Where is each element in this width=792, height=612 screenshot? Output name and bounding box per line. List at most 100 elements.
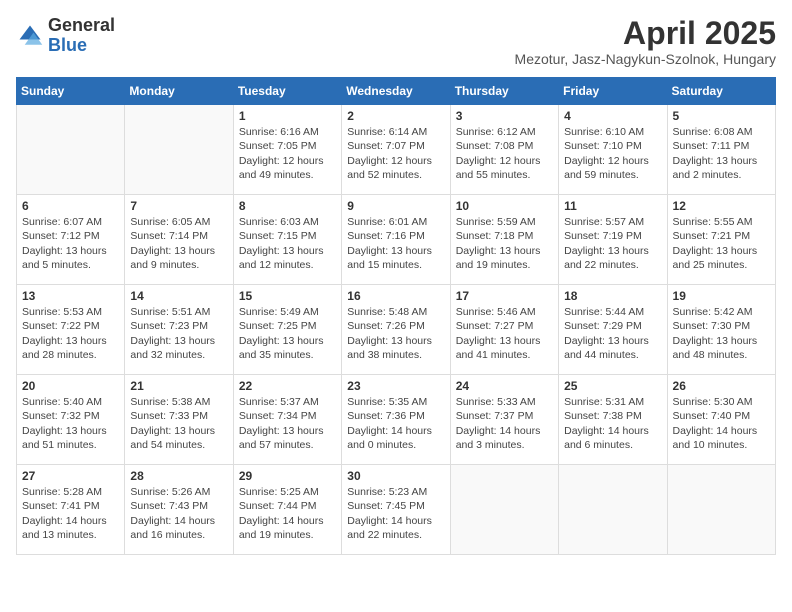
- day-detail: Sunrise: 5:46 AMSunset: 7:27 PMDaylight:…: [456, 305, 553, 362]
- day-number: 26: [673, 379, 770, 393]
- calendar-title: April 2025: [515, 16, 776, 51]
- day-detail: Sunrise: 5:59 AMSunset: 7:18 PMDaylight:…: [456, 215, 553, 272]
- day-number: 21: [130, 379, 227, 393]
- calendar-day-cell: 23Sunrise: 5:35 AMSunset: 7:36 PMDayligh…: [342, 375, 450, 465]
- day-detail: Sunrise: 5:57 AMSunset: 7:19 PMDaylight:…: [564, 215, 661, 272]
- calendar-day-cell: 18 Sunrise: 5:44 AMSunset: 7:29 PMDayligh…: [559, 285, 667, 375]
- day-detail: Sunrise: 6:05 AMSunset: 7:14 PMDaylight:…: [130, 215, 227, 272]
- logo: General Blue: [16, 16, 115, 56]
- calendar-day-cell: 5Sunrise: 6:08 AMSunset: 7:11 PMDaylight…: [667, 105, 775, 195]
- calendar-day-cell: 20 Sunrise: 5:40 AMSunset: 7:32 PMDayligh…: [17, 375, 125, 465]
- calendar-day-cell: 4Sunrise: 6:10 AMSunset: 7:10 PMDaylight…: [559, 105, 667, 195]
- calendar-day-cell: 7Sunrise: 6:05 AMSunset: 7:14 PMDaylight…: [125, 195, 233, 285]
- calendar-day-cell: 21Sunrise: 5:38 AMSunset: 7:33 PMDayligh…: [125, 375, 233, 465]
- header-row: SundayMondayTuesdayWednesdayThursdayFrid…: [17, 78, 776, 105]
- day-detail: Sunrise: 5:40 AMSunset: 7:32 PMDaylight:…: [22, 395, 119, 452]
- calendar-day-cell: 9Sunrise: 6:01 AMSunset: 7:16 PMDaylight…: [342, 195, 450, 285]
- day-of-week-header: Friday: [559, 78, 667, 105]
- day-detail: Sunrise: 5:55 AMSunset: 7:21 PMDaylight:…: [673, 215, 770, 272]
- day-number: 19: [673, 289, 770, 303]
- day-number: 1: [239, 109, 336, 123]
- day-number: 8: [239, 199, 336, 213]
- day-detail: Sunrise: 5:33 AMSunset: 7:37 PMDaylight:…: [456, 395, 553, 452]
- calendar-day-cell: 27 Sunrise: 5:28 AMSunset: 7:41 PMDayligh…: [17, 465, 125, 555]
- day-detail: Sunrise: 5:31 AMSunset: 7:38 PMDaylight:…: [564, 395, 661, 452]
- day-detail: Sunrise: 6:07 AMSunset: 7:12 PMDaylight:…: [22, 215, 119, 272]
- day-detail: Sunrise: 5:35 AMSunset: 7:36 PMDaylight:…: [347, 395, 444, 452]
- logo-blue: Blue: [48, 36, 115, 56]
- day-detail: Sunrise: 6:03 AMSunset: 7:15 PMDaylight:…: [239, 215, 336, 272]
- day-of-week-header: Thursday: [450, 78, 558, 105]
- day-number: 10: [456, 199, 553, 213]
- calendar-table: SundayMondayTuesdayWednesdayThursdayFrid…: [16, 77, 776, 555]
- day-detail: Sunrise: 6:14 AMSunset: 7:07 PMDaylight:…: [347, 125, 444, 182]
- calendar-day-cell: 3 Sunrise: 6:12 AMSunset: 7:08 PMDaylight…: [450, 105, 558, 195]
- day-number: 2: [347, 109, 444, 123]
- calendar-day-cell: 24 Sunrise: 5:33 AMSunset: 7:37 PMDayligh…: [450, 375, 558, 465]
- day-number: 13: [22, 289, 119, 303]
- day-detail: Sunrise: 5:26 AMSunset: 7:43 PMDaylight:…: [130, 485, 227, 542]
- calendar-week-row: 27 Sunrise: 5:28 AMSunset: 7:41 PMDayligh…: [17, 465, 776, 555]
- day-number: 15: [239, 289, 336, 303]
- day-detail: Sunrise: 6:08 AMSunset: 7:11 PMDaylight:…: [673, 125, 770, 182]
- page-header: General Blue April 2025 Mezotur, Jasz-Na…: [16, 16, 776, 67]
- day-detail: Sunrise: 5:42 AMSunset: 7:30 PMDaylight:…: [673, 305, 770, 362]
- day-number: 20: [22, 379, 119, 393]
- day-detail: Sunrise: 5:28 AMSunset: 7:41 PMDaylight:…: [22, 485, 119, 542]
- day-number: 14: [130, 289, 227, 303]
- calendar-day-cell: 12 Sunrise: 5:55 AMSunset: 7:21 PMDayligh…: [667, 195, 775, 285]
- day-detail: Sunrise: 5:25 AMSunset: 7:44 PMDaylight:…: [239, 485, 336, 542]
- calendar-day-cell: 1Sunrise: 6:16 AMSunset: 7:05 PMDaylight…: [233, 105, 341, 195]
- day-number: 16: [347, 289, 444, 303]
- calendar-day-cell: 28 Sunrise: 5:26 AMSunset: 7:43 PMDayligh…: [125, 465, 233, 555]
- calendar-subtitle: Mezotur, Jasz-Nagykun-Szolnok, Hungary: [515, 51, 776, 67]
- calendar-body: 1Sunrise: 6:16 AMSunset: 7:05 PMDaylight…: [17, 105, 776, 555]
- calendar-day-cell: 6 Sunrise: 6:07 AMSunset: 7:12 PMDaylight…: [17, 195, 125, 285]
- calendar-week-row: 13 Sunrise: 5:53 AMSunset: 7:22 PMDayligh…: [17, 285, 776, 375]
- day-detail: Sunrise: 6:12 AMSunset: 7:08 PMDaylight:…: [456, 125, 553, 182]
- day-number: 28: [130, 469, 227, 483]
- calendar-day-cell: 14 Sunrise: 5:51 AMSunset: 7:23 PMDayligh…: [125, 285, 233, 375]
- calendar-day-cell: [450, 465, 558, 555]
- calendar-day-cell: 17 Sunrise: 5:46 AMSunset: 7:27 PMDayligh…: [450, 285, 558, 375]
- day-number: 18: [564, 289, 661, 303]
- calendar-day-cell: 11 Sunrise: 5:57 AMSunset: 7:19 PMDayligh…: [559, 195, 667, 285]
- day-number: 30: [347, 469, 444, 483]
- calendar-day-cell: 29 Sunrise: 5:25 AMSunset: 7:44 PMDayligh…: [233, 465, 341, 555]
- title-area: April 2025 Mezotur, Jasz-Nagykun-Szolnok…: [515, 16, 776, 67]
- day-detail: Sunrise: 6:10 AMSunset: 7:10 PMDaylight:…: [564, 125, 661, 182]
- calendar-day-cell: [559, 465, 667, 555]
- day-of-week-header: Sunday: [17, 78, 125, 105]
- calendar-day-cell: 16Sunrise: 5:48 AMSunset: 7:26 PMDayligh…: [342, 285, 450, 375]
- day-number: 24: [456, 379, 553, 393]
- calendar-day-cell: [667, 465, 775, 555]
- day-number: 11: [564, 199, 661, 213]
- day-number: 25: [564, 379, 661, 393]
- day-detail: Sunrise: 5:44 AMSunset: 7:29 PMDaylight:…: [564, 305, 661, 362]
- day-number: 6: [22, 199, 119, 213]
- day-number: 3: [456, 109, 553, 123]
- day-number: 12: [673, 199, 770, 213]
- day-detail: Sunrise: 5:30 AMSunset: 7:40 PMDaylight:…: [673, 395, 770, 452]
- calendar-day-cell: [17, 105, 125, 195]
- day-number: 22: [239, 379, 336, 393]
- day-number: 29: [239, 469, 336, 483]
- calendar-week-row: 20 Sunrise: 5:40 AMSunset: 7:32 PMDayligh…: [17, 375, 776, 465]
- day-number: 17: [456, 289, 553, 303]
- calendar-day-cell: [125, 105, 233, 195]
- calendar-day-cell: 10 Sunrise: 5:59 AMSunset: 7:18 PMDayligh…: [450, 195, 558, 285]
- day-of-week-header: Tuesday: [233, 78, 341, 105]
- calendar-day-cell: 19 Sunrise: 5:42 AMSunset: 7:30 PMDayligh…: [667, 285, 775, 375]
- calendar-week-row: 1Sunrise: 6:16 AMSunset: 7:05 PMDaylight…: [17, 105, 776, 195]
- calendar-day-cell: 25 Sunrise: 5:31 AMSunset: 7:38 PMDayligh…: [559, 375, 667, 465]
- calendar-day-cell: 26 Sunrise: 5:30 AMSunset: 7:40 PMDayligh…: [667, 375, 775, 465]
- day-number: 27: [22, 469, 119, 483]
- day-detail: Sunrise: 5:51 AMSunset: 7:23 PMDaylight:…: [130, 305, 227, 362]
- day-detail: Sunrise: 5:23 AMSunset: 7:45 PMDaylight:…: [347, 485, 444, 542]
- day-detail: Sunrise: 6:01 AMSunset: 7:16 PMDaylight:…: [347, 215, 444, 272]
- day-detail: Sunrise: 5:53 AMSunset: 7:22 PMDaylight:…: [22, 305, 119, 362]
- calendar-day-cell: 2 Sunrise: 6:14 AMSunset: 7:07 PMDaylight…: [342, 105, 450, 195]
- logo-icon: [16, 22, 44, 50]
- calendar-day-cell: 8 Sunrise: 6:03 AMSunset: 7:15 PMDaylight…: [233, 195, 341, 285]
- calendar-header: SundayMondayTuesdayWednesdayThursdayFrid…: [17, 78, 776, 105]
